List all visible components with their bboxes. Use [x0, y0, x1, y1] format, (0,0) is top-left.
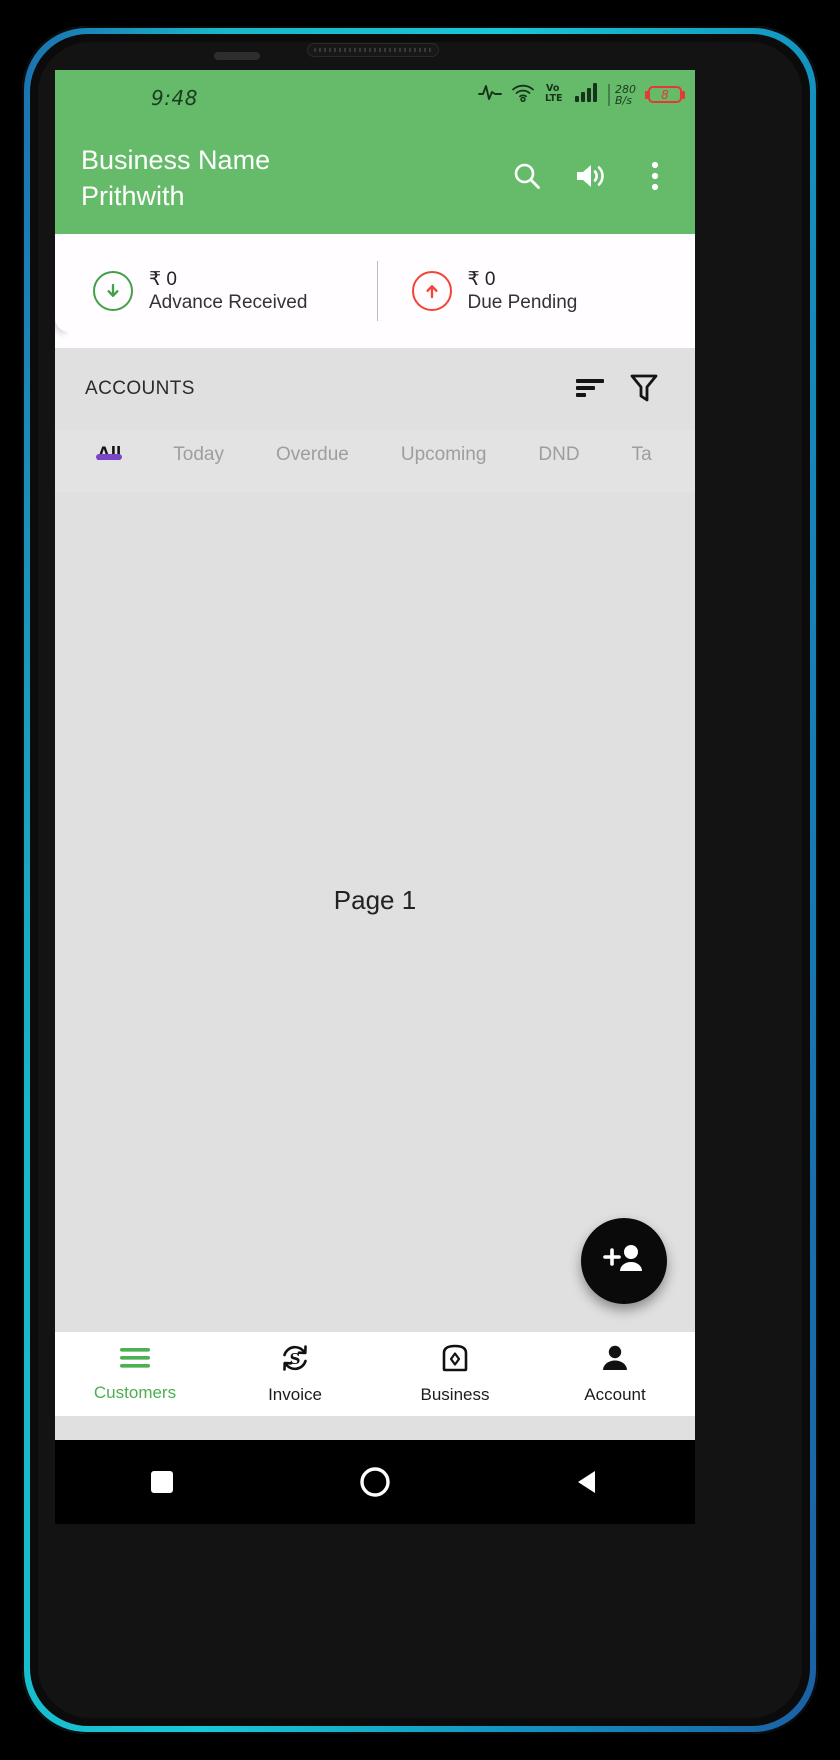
- summary-card-left-edge: [55, 244, 69, 332]
- volume-icon: [574, 161, 608, 196]
- tab-dnd[interactable]: DND: [512, 430, 605, 466]
- sound-button[interactable]: [571, 158, 611, 198]
- overflow-menu-button[interactable]: [635, 158, 675, 198]
- nav-item-business[interactable]: Business: [375, 1343, 535, 1405]
- accounts-header: ACCOUNTS: [55, 348, 695, 430]
- invoice-refresh-icon: S: [278, 1343, 312, 1378]
- tab-overdue-label: Overdue: [275, 444, 349, 465]
- app-bar-title-block: Business Name Prithwith: [81, 142, 507, 214]
- nav-item-invoice[interactable]: S Invoice: [215, 1343, 375, 1405]
- nav-item-business-label: Business: [420, 1385, 490, 1404]
- nav-item-account[interactable]: Account: [535, 1343, 695, 1405]
- business-owner-subtitle: Prithwith: [81, 181, 185, 211]
- filter-funnel-icon: [629, 371, 659, 408]
- menu-lines-icon: [118, 1345, 152, 1376]
- app-bar: Business Name Prithwith: [55, 122, 695, 234]
- tab-today-label: Today: [173, 444, 224, 465]
- due-pending-amount: ₹ 0: [467, 268, 496, 290]
- nav-item-invoice-label: Invoice: [268, 1385, 322, 1404]
- search-button[interactable]: [507, 158, 547, 198]
- svg-text:S: S: [290, 1350, 301, 1368]
- tab-dnd-label: DND: [538, 444, 580, 465]
- signal-bars-icon: [575, 82, 599, 107]
- due-pending-label: Due Pending: [467, 292, 578, 313]
- phone-screen: 9:48 Vo LTE 280 B/s 8 Business Name Prit…: [55, 70, 695, 1440]
- network-speed-indicator: 280 B/s: [608, 82, 636, 107]
- overflow-menu-icon: [650, 160, 660, 197]
- volte-icon: Vo LTE: [544, 81, 566, 108]
- nav-item-customers-label: Customers: [93, 1383, 177, 1402]
- due-pending-cell[interactable]: ₹ 0 Due Pending: [378, 268, 696, 314]
- bottom-navigation-bar: Customers S Invoice Business Account: [55, 1332, 695, 1416]
- app-bar-actions: [507, 158, 681, 198]
- due-up-arrow-icon: [411, 271, 452, 311]
- advance-received-amount: ₹ 0: [149, 268, 177, 290]
- briefcase-icon: [440, 1343, 470, 1378]
- svg-text:LTE: LTE: [545, 93, 562, 103]
- network-speed-value: 280: [615, 82, 636, 96]
- android-system-navigation-bar: [55, 1440, 695, 1524]
- tab-ta-truncated-label: Ta: [631, 444, 652, 465]
- search-icon: [511, 160, 543, 197]
- status-bar: 9:48 Vo LTE 280 B/s 8: [55, 70, 695, 122]
- add-person-icon: [601, 1239, 647, 1284]
- recents-square-button[interactable]: [130, 1450, 194, 1514]
- battery-level-text: 8: [661, 87, 669, 102]
- sort-button[interactable]: [563, 362, 617, 416]
- battery-tip: [682, 90, 685, 99]
- back-triangle-button[interactable]: [556, 1450, 620, 1514]
- advance-down-arrow-icon: [93, 271, 133, 311]
- accounts-title: ACCOUNTS: [85, 378, 195, 399]
- network-speed-unit: B/s: [615, 93, 632, 107]
- home-circle-button[interactable]: [343, 1450, 407, 1514]
- tab-overdue[interactable]: Overdue: [250, 430, 375, 466]
- tab-active-indicator: [96, 454, 123, 460]
- wifi-icon: [511, 83, 535, 107]
- status-clock: 9:48: [151, 86, 198, 110]
- tab-ta-truncated[interactable]: Ta: [606, 430, 678, 466]
- add-customer-fab[interactable]: [581, 1218, 667, 1304]
- nav-item-account-label: Account: [584, 1385, 646, 1404]
- filter-tab-bar[interactable]: All Today Overdue Upcoming DND Ta: [55, 430, 695, 492]
- due-pending-texts: ₹ 0 Due Pending: [468, 268, 578, 314]
- battery-body: 8: [648, 86, 682, 103]
- nav-item-customers[interactable]: Customers: [55, 1345, 215, 1403]
- summary-card: ₹ 0 Advance Received ₹ 0 Due Pending: [55, 234, 695, 348]
- accounts-list-area: Page 1: [55, 492, 695, 1332]
- speaker-grille-dots: [314, 48, 432, 52]
- filter-button[interactable]: [617, 362, 671, 416]
- tab-today[interactable]: Today: [147, 430, 250, 466]
- sort-icon: [574, 375, 606, 404]
- battery-icon: 8: [645, 84, 685, 106]
- tab-upcoming-label: Upcoming: [400, 444, 487, 465]
- person-icon: [600, 1343, 630, 1378]
- status-icons: Vo LTE 280 B/s 8: [478, 81, 685, 108]
- business-name-title: Business Name: [81, 145, 271, 175]
- page-label: Page 1: [333, 884, 417, 915]
- earpiece-slot: [214, 52, 260, 60]
- tab-all[interactable]: All: [71, 430, 147, 466]
- advance-received-cell[interactable]: ₹ 0 Advance Received: [55, 268, 377, 314]
- advance-received-texts: ₹ 0 Advance Received: [149, 268, 307, 314]
- tab-upcoming[interactable]: Upcoming: [375, 430, 513, 466]
- advance-received-label: Advance Received: [149, 292, 308, 313]
- pulse-icon: [478, 83, 502, 106]
